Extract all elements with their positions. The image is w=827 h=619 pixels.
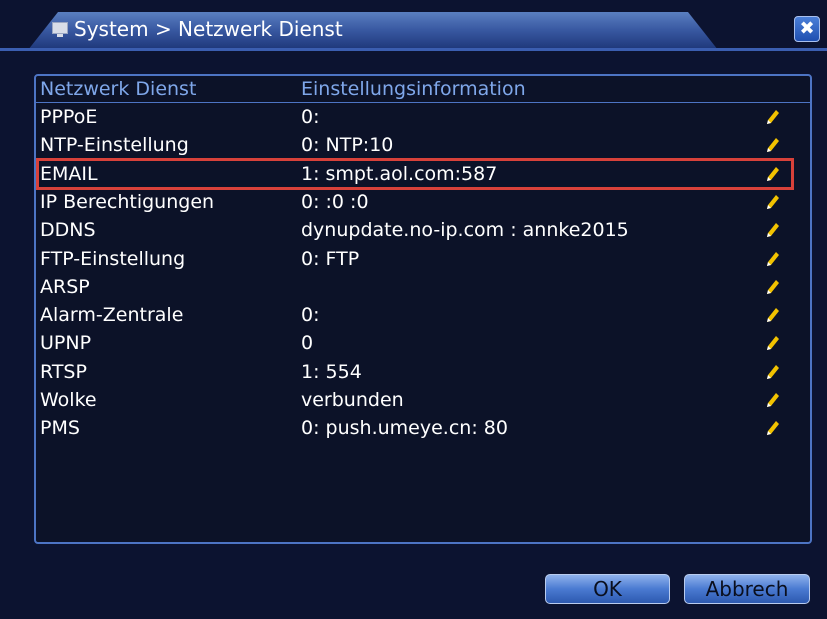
service-info: 0: push.umeye.cn: 80 <box>301 417 508 440</box>
service-info: 0: <box>301 106 320 128</box>
service-info: 0 <box>301 332 314 355</box>
service-name: IP Berechtigungen <box>40 190 215 213</box>
table-row[interactable]: UPNP 0 <box>36 329 810 357</box>
service-info: verbunden <box>301 389 404 411</box>
pencil-icon[interactable] <box>766 364 780 380</box>
cancel-button[interactable]: Abbrech <box>684 574 810 604</box>
service-name: Alarm-Zentrale <box>40 304 184 327</box>
email-row-highlight <box>36 158 794 190</box>
pencil-icon[interactable] <box>766 279 780 295</box>
service-name: PMS <box>40 417 80 440</box>
service-name: DDNS <box>40 219 96 242</box>
service-name: RTSP <box>40 360 87 383</box>
window-title: System > Netzwerk Dienst <box>74 17 343 41</box>
table-row[interactable]: FTP-Einstellung 0: FTP <box>36 245 810 273</box>
service-name: FTP-Einstellung <box>40 247 186 270</box>
service-list: Netzwerk Dienst Einstellungsinformation … <box>34 74 812 544</box>
column-header-info: Einstellungsinformation <box>301 78 526 100</box>
close-button[interactable]: ✖ <box>794 16 820 42</box>
dialog-window: System > Netzwerk Dienst ✖ Netzwerk Dien… <box>0 0 827 619</box>
service-name: ARSP <box>40 275 90 298</box>
pencil-icon[interactable] <box>766 251 780 267</box>
pencil-icon[interactable] <box>766 194 780 210</box>
pencil-icon[interactable] <box>766 307 780 323</box>
table-row[interactable]: Wolke verbunden <box>36 386 810 414</box>
list-header: Netzwerk Dienst Einstellungsinformation <box>36 76 810 103</box>
ok-button[interactable]: OK <box>545 574 670 604</box>
pencil-icon[interactable] <box>766 109 780 125</box>
table-row[interactable]: ARSP <box>36 273 810 301</box>
service-info: 0: <box>301 304 320 327</box>
service-info: 1: 554 <box>301 360 362 383</box>
service-name: Wolke <box>40 389 97 411</box>
service-info: 0: :0 :0 <box>301 190 369 213</box>
column-header-service: Netzwerk Dienst <box>40 78 197 100</box>
service-name: UPNP <box>40 332 92 355</box>
monitor-icon <box>52 22 68 37</box>
table-row[interactable]: IP Berechtigungen 0: :0 :0 <box>36 188 810 216</box>
service-info: 0: NTP:10 <box>301 134 394 157</box>
pencil-icon[interactable] <box>766 137 780 153</box>
service-info: 0: FTP <box>301 247 360 270</box>
table-row[interactable]: PPPoE 0: <box>36 103 810 131</box>
table-row[interactable]: Alarm-Zentrale 0: <box>36 301 810 329</box>
pencil-icon[interactable] <box>766 392 780 408</box>
service-name: NTP-Einstellung <box>40 134 189 157</box>
table-row[interactable]: DDNS dynupdate.no-ip.com : annke2015 <box>36 216 810 244</box>
pencil-icon[interactable] <box>766 420 780 436</box>
service-info: dynupdate.no-ip.com : annke2015 <box>301 219 629 242</box>
pencil-icon[interactable] <box>766 222 780 238</box>
service-name: PPPoE <box>40 106 98 128</box>
pencil-icon[interactable] <box>766 335 780 351</box>
title-underline <box>0 48 827 51</box>
table-row[interactable]: RTSP 1: 554 <box>36 358 810 386</box>
table-row[interactable]: PMS 0: push.umeye.cn: 80 <box>36 414 810 442</box>
table-row[interactable]: NTP-Einstellung 0: NTP:10 <box>36 131 810 159</box>
